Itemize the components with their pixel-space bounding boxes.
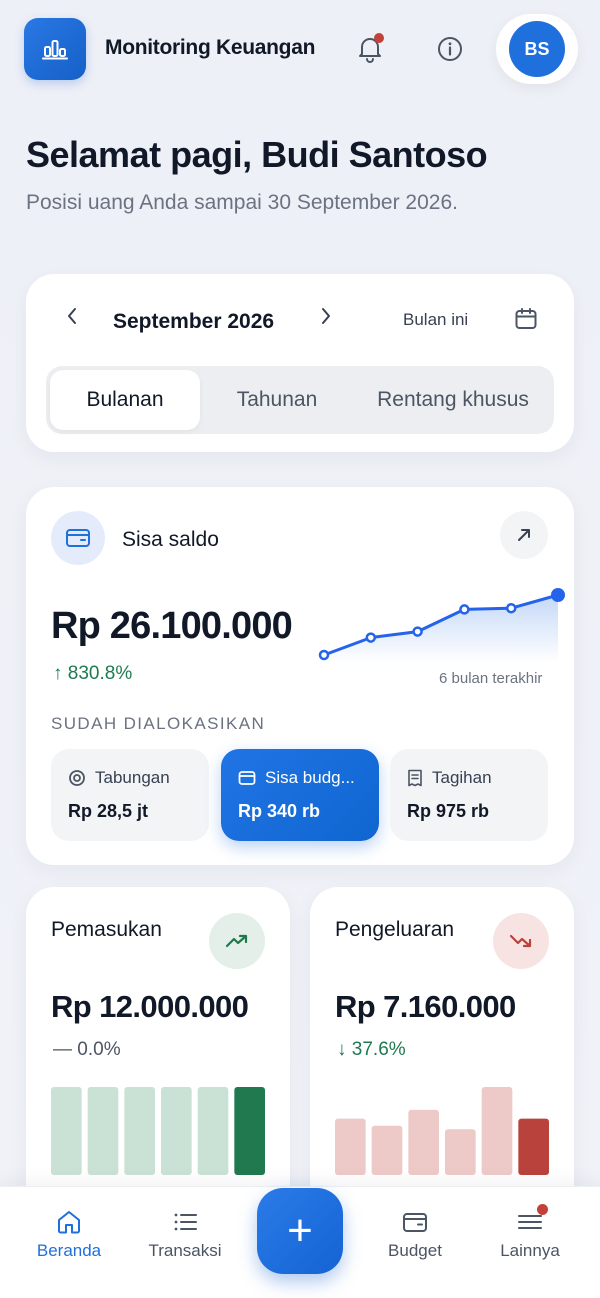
sparkline-point: [318, 649, 330, 661]
calendar-button[interactable]: [514, 307, 538, 336]
tab-rentang-khusus[interactable]: Rentang khusus: [356, 370, 550, 430]
tab-bulanan[interactable]: Bulanan: [50, 370, 200, 430]
expense-bar-chart: [335, 1087, 549, 1175]
notification-dot: [374, 33, 384, 43]
expense-change: ↓ 37.6%: [337, 1039, 406, 1060]
wallet-icon: [238, 771, 256, 785]
this-month-button[interactable]: Bulan ini: [403, 310, 468, 330]
add-transaction-button[interactable]: +: [257, 1188, 343, 1274]
info-icon: [438, 37, 462, 61]
allocation-value: Rp 340 rb: [238, 801, 321, 821]
home-icon: [58, 1211, 80, 1234]
income-bar: [234, 1087, 265, 1175]
nav-item-transaksi[interactable]: Transaksi: [130, 1187, 240, 1287]
nav-item-budget[interactable]: Budget: [360, 1187, 470, 1287]
balance-sparkline: [318, 588, 565, 663]
sparkline-caption: 6 bulan terakhir: [439, 670, 543, 687]
balance-label: Sisa saldo: [122, 528, 219, 551]
allocation-remaining-budget[interactable]: Sisa budg... Rp 340 rb: [221, 749, 379, 841]
notifications-button[interactable]: [350, 29, 390, 69]
calendar-icon: [515, 308, 537, 329]
greeting-title: Selamat pagi, Budi Santoso: [26, 134, 488, 175]
income-change: — 0.0%: [53, 1039, 121, 1060]
profile-button[interactable]: BS: [496, 14, 578, 84]
expense-title: Pengeluaran: [335, 918, 455, 941]
avatar: BS: [509, 21, 565, 77]
previous-month-button[interactable]: [66, 306, 78, 332]
expense-bar: [445, 1129, 476, 1175]
expense-trend-badge: [493, 913, 549, 969]
current-month-label: September 2026: [113, 310, 275, 333]
sparkline-point: [505, 602, 517, 614]
expense-bar: [335, 1118, 366, 1175]
expense-bar: [481, 1087, 513, 1175]
nav-label: Beranda: [36, 1241, 102, 1260]
nav-label: Budget: [388, 1241, 442, 1260]
income-bar: [51, 1087, 82, 1175]
sparkline-point: [459, 604, 470, 615]
notification-dot: [537, 1204, 548, 1215]
wallet-icon: [403, 1213, 427, 1232]
allocation-bills[interactable]: Tagihan Rp 975 rb: [390, 749, 548, 841]
wallet-icon: [66, 529, 90, 547]
balance-change: ↑ 830.8%: [53, 663, 133, 684]
expense-bar: [518, 1118, 549, 1175]
expense-bar: [371, 1125, 403, 1175]
income-bar: [87, 1087, 119, 1175]
next-month-button[interactable]: [320, 306, 332, 332]
expense-bar: [408, 1109, 439, 1175]
receipt-icon: [408, 769, 422, 787]
nav-item-lainnya[interactable]: Lainnya: [475, 1187, 585, 1287]
info-button[interactable]: [430, 29, 470, 69]
allocation-label: Tabungan: [95, 768, 170, 787]
sparkline-point: [551, 588, 565, 602]
allocation-label: Tagihan: [432, 768, 492, 787]
chart-logo-icon: [42, 40, 68, 60]
open-balance-button[interactable]: [500, 511, 548, 559]
chevron-right-icon: [322, 308, 330, 324]
greeting-subtitle: Posisi uang Anda sampai 30 September 202…: [26, 191, 458, 214]
income-trend-badge: [209, 913, 265, 969]
period-tabs: Bulanan Tahunan Rentang khusus: [46, 366, 554, 434]
income-bar: [124, 1087, 155, 1175]
period-selector-card: September 2026 Bulan ini Bulanan Tahunan…: [26, 274, 574, 452]
target-icon: [69, 770, 85, 786]
tab-tahunan[interactable]: Tahunan: [200, 370, 354, 430]
allocation-label: Sisa budg...: [265, 768, 355, 787]
app-logo: [24, 18, 86, 80]
sparkline-point: [412, 626, 423, 637]
nav-item-beranda[interactable]: Beranda: [14, 1187, 124, 1287]
expense-amount: Rp 7.160.000: [335, 989, 516, 1024]
wallet-badge: [51, 511, 105, 565]
sparkline-point: [365, 632, 377, 643]
income-bar-chart: [51, 1087, 265, 1175]
nav-label: Lainnya: [500, 1241, 560, 1260]
income-amount: Rp 12.000.000: [51, 989, 249, 1024]
income-bar: [161, 1087, 192, 1175]
nav-label: Transaksi: [148, 1241, 222, 1260]
allocation-value: Rp 975 rb: [407, 801, 490, 821]
trending-down-icon: [509, 934, 532, 948]
income-bar: [197, 1087, 229, 1175]
trending-up-icon: [225, 934, 248, 948]
app-title: Monitoring Keuangan: [105, 36, 316, 59]
balance-card[interactable]: Sisa saldo Rp 26.100.000 ↑ 830.8% 6 bula…: [26, 487, 574, 865]
chevron-left-icon: [68, 308, 76, 324]
balance-amount: Rp 26.100.000: [51, 605, 293, 647]
arrow-up-right-icon: [518, 529, 530, 541]
income-title: Pemasukan: [51, 918, 162, 941]
allocation-savings[interactable]: Tabungan Rp 28,5 jt: [51, 749, 209, 841]
list-icon: [174, 1213, 197, 1231]
allocated-heading: SUDAH DIALOKASIKAN: [51, 714, 266, 733]
allocation-value: Rp 28,5 jt: [68, 801, 149, 821]
